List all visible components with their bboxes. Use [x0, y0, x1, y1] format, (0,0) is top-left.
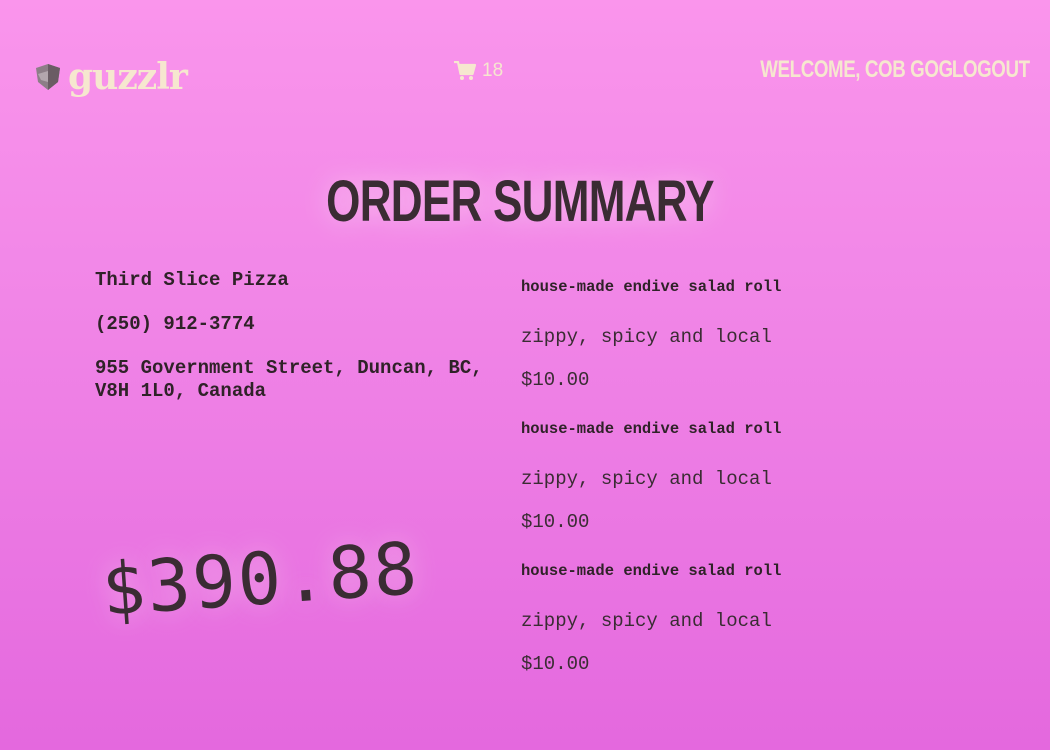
cart-count: 18 [482, 60, 504, 81]
brand-name: guzzlr [68, 56, 188, 98]
item-price: $10.00 [521, 369, 590, 391]
order-total: $390.88 [99, 525, 422, 632]
cart-button[interactable]: 18 [454, 60, 503, 82]
order-items-list: house-made endive salad roll zippy, spic… [521, 278, 941, 704]
restaurant-info: Third Slice Pizza (250) 912-3774 955 Gov… [95, 269, 525, 403]
restaurant-address-line2: V8H 1L0, Canada [95, 380, 267, 402]
shield-logo-icon [36, 64, 60, 90]
item-price: $10.00 [521, 653, 590, 675]
brand-logo[interactable]: guzzlr [34, 56, 188, 98]
welcome-text: WELCOME, COB GOG [759, 56, 953, 83]
item-description: zippy, spicy and local [521, 610, 772, 632]
item-description: zippy, spicy and local [521, 468, 772, 490]
item-name: house-made endive salad roll [521, 278, 782, 296]
page-title: ORDER SUMMARY [326, 169, 714, 234]
logout-link[interactable]: LOGOUT [952, 56, 1030, 84]
order-item: house-made endive salad roll zippy, spic… [521, 278, 941, 420]
item-name: house-made endive salad roll [521, 420, 782, 438]
header: guzzlr 18 WELCOME, COB GOG LOGOUT [0, 0, 1050, 150]
shopping-cart-icon [454, 61, 476, 80]
restaurant-phone: (250) 912-3774 [95, 313, 255, 335]
restaurant-name: Third Slice Pizza [95, 269, 289, 291]
order-item: house-made endive salad roll zippy, spic… [521, 562, 941, 704]
restaurant-address-line1: 955 Government Street, Duncan, BC, [95, 357, 483, 379]
item-price: $10.00 [521, 511, 590, 533]
item-name: house-made endive salad roll [521, 562, 782, 580]
user-nav: WELCOME, COB GOG LOGOUT [706, 56, 1030, 84]
order-item: house-made endive salad roll zippy, spic… [521, 420, 941, 562]
item-description: zippy, spicy and local [521, 326, 772, 348]
